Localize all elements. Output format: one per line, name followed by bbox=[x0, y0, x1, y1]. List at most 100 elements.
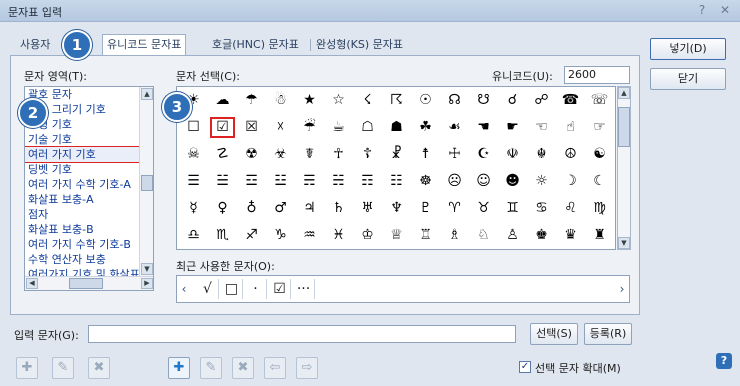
recent-char[interactable]: · bbox=[245, 279, 267, 299]
symbol-cell[interactable]: ☏ bbox=[586, 89, 613, 112]
symbol-cell[interactable]: ♈ bbox=[441, 197, 468, 220]
area-item[interactable]: 기술 기호 bbox=[25, 132, 153, 147]
symbol-cell[interactable]: ☳ bbox=[267, 170, 294, 193]
symbol-cell[interactable]: ☴ bbox=[296, 170, 323, 193]
tab-ks[interactable]: 완성형(KS) 문자표 bbox=[316, 34, 403, 56]
symbol-cell[interactable]: ☛ bbox=[499, 116, 526, 139]
help-icon[interactable]: ? bbox=[716, 353, 732, 369]
area-item[interactable]: 여러 가지 수학 기호-A bbox=[25, 177, 153, 192]
scroll-right-icon[interactable]: ▶ bbox=[141, 278, 153, 289]
symbol-cell[interactable]: ☋ bbox=[470, 89, 497, 112]
unicode-field[interactable]: 2600 bbox=[564, 66, 630, 84]
help-icon[interactable]: ? bbox=[693, 2, 711, 19]
symbol-cell[interactable]: ♙ bbox=[499, 224, 526, 247]
symbol-cell[interactable]: ☂ bbox=[238, 89, 265, 112]
symbol-cell[interactable]: ☺ bbox=[470, 170, 497, 193]
symbol-cell[interactable]: ☨ bbox=[412, 143, 439, 166]
symbol-cell[interactable]: ☦ bbox=[354, 143, 381, 166]
symbol-cell[interactable]: ☒ bbox=[238, 116, 265, 139]
symbol-cell[interactable]: ☍ bbox=[528, 89, 555, 112]
area-item[interactable]: 여러 가지 수학 기호-B bbox=[25, 237, 153, 252]
close-icon[interactable]: ✕ bbox=[716, 2, 734, 19]
symbol-cell[interactable]: ♒ bbox=[296, 224, 323, 247]
symbol-cell[interactable]: ☮ bbox=[557, 143, 584, 166]
area-item[interactable]: 화살표 보충-A bbox=[25, 192, 153, 207]
symbol-cell[interactable]: ☈ bbox=[383, 89, 410, 112]
area-item[interactable]: 여러 가지 기호 bbox=[25, 146, 153, 163]
register-button[interactable]: 등록(R) bbox=[584, 323, 632, 345]
add-icon[interactable]: ✚ bbox=[168, 357, 190, 379]
symbol-cell[interactable]: ♑ bbox=[267, 224, 294, 247]
symbol-cell[interactable]: ☤ bbox=[296, 143, 323, 166]
scroll-down-icon[interactable]: ▼ bbox=[618, 237, 630, 249]
symbol-cell[interactable]: ☉ bbox=[412, 89, 439, 112]
area-item[interactable]: 괄호 문자 bbox=[25, 87, 153, 102]
scroll-thumb[interactable] bbox=[69, 278, 103, 289]
area-item[interactable]: 딩벳 기호 bbox=[25, 162, 153, 177]
scroll-up-icon[interactable]: ▲ bbox=[618, 87, 630, 99]
recent-char[interactable]: □ bbox=[221, 279, 243, 299]
area-item[interactable]: 화살표 보충-B bbox=[25, 222, 153, 237]
recent-next-icon[interactable]: › bbox=[615, 276, 629, 302]
symbol-cell[interactable]: ☞ bbox=[586, 116, 613, 139]
symbol-cell[interactable]: ♄ bbox=[325, 197, 352, 220]
symbol-cell[interactable]: ♘ bbox=[470, 224, 497, 247]
symbol-cell[interactable]: ☇ bbox=[354, 89, 381, 112]
symbol-cell[interactable]: ♌ bbox=[557, 197, 584, 220]
input-field[interactable] bbox=[88, 325, 516, 343]
symbol-cell[interactable]: ♜ bbox=[586, 224, 613, 247]
tab-user[interactable]: 사용자 bbox=[20, 34, 50, 56]
symbol-cell[interactable]: ☆ bbox=[325, 89, 352, 112]
symbol-cell[interactable]: ☿ bbox=[180, 197, 207, 220]
symbol-cell[interactable]: ☾ bbox=[586, 170, 613, 193]
symbol-cell[interactable]: ☧ bbox=[383, 143, 410, 166]
symbol-cell[interactable]: ♃ bbox=[296, 197, 323, 220]
area-list-hscroll[interactable]: ◀ ▶ bbox=[25, 276, 153, 290]
symbol-cell[interactable]: ♉ bbox=[470, 197, 497, 220]
scroll-thumb[interactable] bbox=[618, 107, 630, 147]
symbol-cell[interactable]: ☽ bbox=[557, 170, 584, 193]
recent-char[interactable]: √ bbox=[197, 279, 219, 299]
symbol-cell[interactable]: ♖ bbox=[412, 224, 439, 247]
symbol-cell[interactable]: ☗ bbox=[383, 116, 410, 139]
symbol-cell[interactable]: ♊ bbox=[499, 197, 526, 220]
symbol-cell[interactable]: ☼ bbox=[528, 170, 555, 193]
symbol-cell[interactable]: ☰ bbox=[180, 170, 207, 193]
symbol-cell[interactable]: ☔ bbox=[296, 116, 323, 139]
symbol-cell[interactable]: ☹ bbox=[441, 170, 468, 193]
symbol-grid[interactable]: ☀ ☁ ☂ ☃ ★ ☆ ☇ ☈ ☉ ☊ ☋ ☌ ☍ ☎ ☏ ☐ ☑ ☒ ☓ ☔ ☕ ☖ ☗ ☘ ☙ ☚ ☛ ☜ ☝ ☞ ☠ ☡ ☢ ☣ ☤ ☥ ☦ ☧ ☨ ☩… bbox=[176, 86, 616, 250]
symbol-cell[interactable]: ♎ bbox=[180, 224, 207, 247]
symbol-cell[interactable]: ☙ bbox=[441, 116, 468, 139]
symbol-cell[interactable]: ☑ bbox=[209, 116, 236, 139]
symbol-cell[interactable]: ☫ bbox=[499, 143, 526, 166]
symbol-cell[interactable]: ☝ bbox=[557, 116, 584, 139]
symbol-cell[interactable]: ♐ bbox=[238, 224, 265, 247]
symbol-cell[interactable]: ☬ bbox=[528, 143, 555, 166]
symbol-cell[interactable]: ☣ bbox=[267, 143, 294, 166]
symbol-cell[interactable]: ☢ bbox=[238, 143, 265, 166]
symbol-cell[interactable]: ☁ bbox=[209, 89, 236, 112]
symbol-cell[interactable]: ☵ bbox=[325, 170, 352, 193]
scroll-left-icon[interactable]: ◀ bbox=[26, 278, 38, 289]
scroll-down-icon[interactable]: ▼ bbox=[141, 263, 153, 275]
symbol-cell[interactable]: ☌ bbox=[499, 89, 526, 112]
symbol-cell[interactable]: ☕ bbox=[325, 116, 352, 139]
symbol-cell[interactable]: ☲ bbox=[238, 170, 265, 193]
symbol-cell[interactable]: ♆ bbox=[383, 197, 410, 220]
symbol-cell[interactable]: ☩ bbox=[441, 143, 468, 166]
area-list-vscroll[interactable]: ▲ ▼ bbox=[139, 87, 153, 277]
symbol-cell[interactable]: ♋ bbox=[528, 197, 555, 220]
symbol-cell[interactable]: ♚ bbox=[528, 224, 555, 247]
symbol-cell[interactable]: ☓ bbox=[267, 116, 294, 139]
tab-hnc[interactable]: 호글(HNC) 문자표 bbox=[212, 34, 299, 56]
area-item[interactable]: 수학 연산자 보충 bbox=[25, 252, 153, 267]
symbol-cell[interactable]: ♔ bbox=[354, 224, 381, 247]
symbol-cell[interactable]: ★ bbox=[296, 89, 323, 112]
scroll-thumb[interactable] bbox=[141, 175, 153, 191]
select-button[interactable]: 선택(S) bbox=[530, 323, 578, 345]
symbol-cell[interactable]: ☻ bbox=[499, 170, 526, 193]
symbol-cell[interactable]: ☊ bbox=[441, 89, 468, 112]
symbol-cell[interactable]: ♍ bbox=[586, 197, 613, 220]
symbol-cell[interactable]: ☘ bbox=[412, 116, 439, 139]
symbol-cell[interactable]: ♗ bbox=[441, 224, 468, 247]
